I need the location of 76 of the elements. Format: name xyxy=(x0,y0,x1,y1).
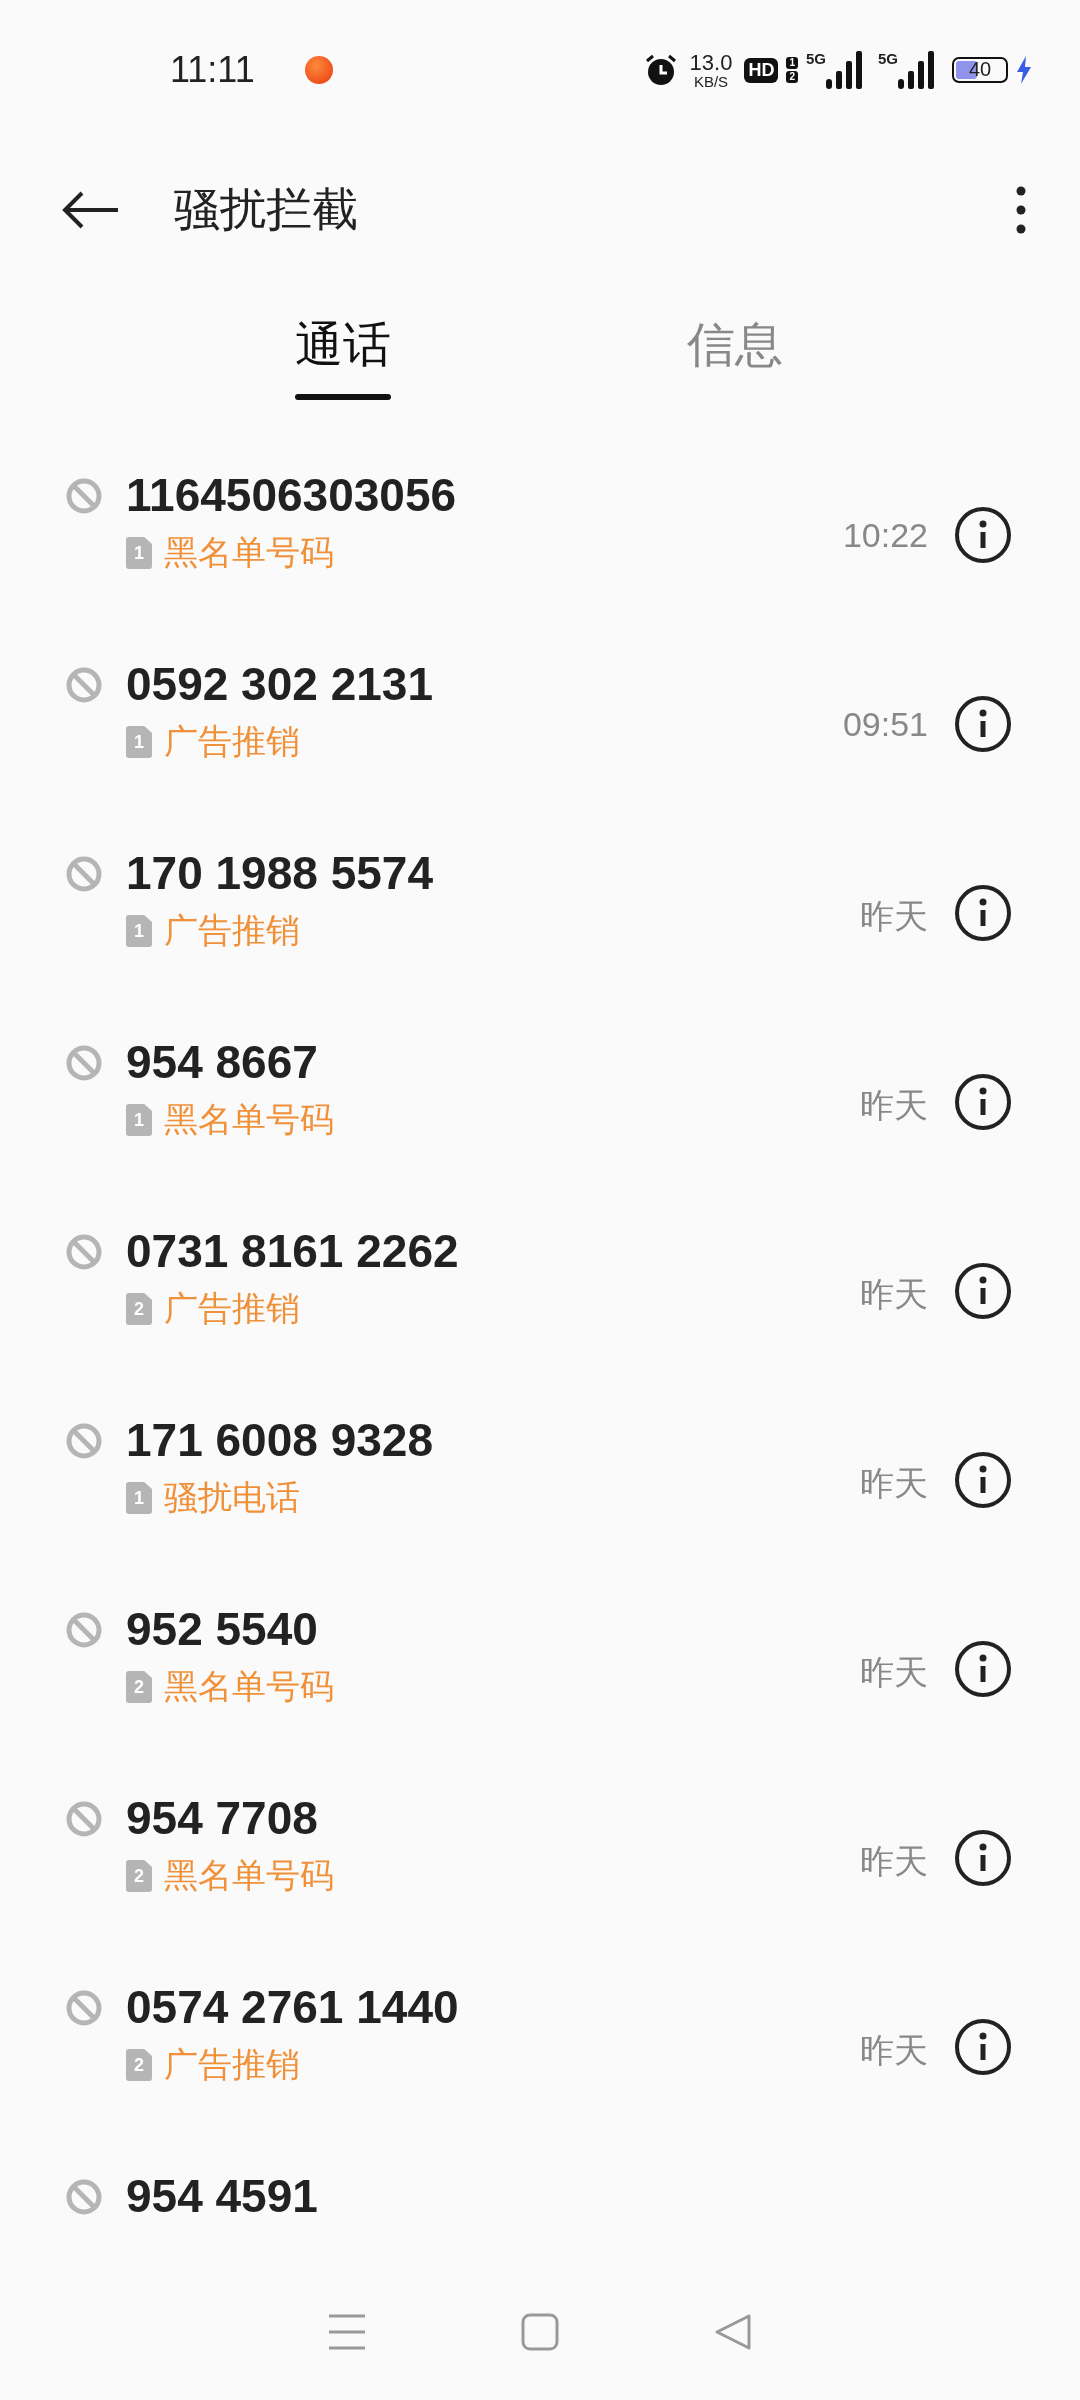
phone-number[interactable]: 0592 302 2131 xyxy=(126,653,843,715)
hd-voice-badge: HD xyxy=(744,57,779,83)
block-reason: 黑名单号码 xyxy=(164,1098,334,1141)
blocked-icon xyxy=(66,1612,102,1648)
signal-icon xyxy=(826,51,862,89)
info-icon[interactable] xyxy=(954,1262,1012,1320)
blocked-icon xyxy=(66,1234,102,1270)
app-notification-icon xyxy=(304,56,333,84)
signal-icon xyxy=(898,51,934,89)
tab[interactable]: 通话 xyxy=(147,280,539,410)
sim-badge: 1 xyxy=(786,57,798,69)
phone-number[interactable]: 954 4591 xyxy=(126,2165,1080,2227)
blocked-icon xyxy=(66,1990,102,2026)
info-icon[interactable] xyxy=(954,695,1012,753)
sim-badge: 2 xyxy=(786,71,798,83)
blocked-icon xyxy=(66,667,102,703)
phone-number[interactable]: 1164506303056 xyxy=(126,464,843,526)
call-time: 昨天 xyxy=(860,896,928,937)
phone-number[interactable]: 954 7708 xyxy=(126,1787,860,1849)
block-reason: 黑名单号码 xyxy=(164,531,334,574)
block-reason: 广告推销 xyxy=(164,909,300,952)
back-icon[interactable] xyxy=(714,2313,753,2351)
sim-card-icon: 2 xyxy=(126,1860,152,1892)
call-time: 昨天 xyxy=(860,1085,928,1126)
call-time: 10:22 xyxy=(842,516,928,555)
sim-card-icon: 1 xyxy=(126,537,152,569)
network-speed: 13.0 xyxy=(689,51,733,74)
phone-number[interactable]: 171 6008 9328 xyxy=(126,1409,860,1471)
blocked-icon xyxy=(66,1045,102,1081)
call-time: 09:51 xyxy=(842,705,928,744)
blocked-icon xyxy=(66,478,102,514)
info-icon[interactable] xyxy=(954,1640,1012,1698)
battery-icon: 40 xyxy=(952,57,1008,83)
block-reason: 骚扰电话 xyxy=(164,1476,300,1519)
call-time: 昨天 xyxy=(860,1841,928,1882)
phone-number[interactable]: 0731 8161 2262 xyxy=(126,1220,860,1282)
blocked-icon xyxy=(66,1801,102,1837)
info-icon[interactable] xyxy=(954,1073,1012,1131)
menu-icon[interactable] xyxy=(327,2313,366,2351)
info-icon[interactable] xyxy=(954,2018,1012,2076)
sim-card-icon: 1 xyxy=(126,1482,152,1514)
call-time: 昨天 xyxy=(860,1652,928,1693)
call-time: 昨天 xyxy=(860,2030,928,2071)
back-arrow-icon[interactable] xyxy=(62,190,120,230)
block-reason: 广告推销 xyxy=(164,720,300,763)
info-icon[interactable] xyxy=(954,506,1012,564)
block-reason: 广告推销 xyxy=(164,1287,300,1330)
page-title: 骚扰拦截 xyxy=(174,181,358,238)
more-options-icon[interactable] xyxy=(1016,186,1026,234)
home-icon[interactable] xyxy=(521,2313,559,2351)
sim-card-icon: 1 xyxy=(126,1104,152,1136)
block-reason: 黑名单号码 xyxy=(164,1854,334,1897)
phone-number[interactable]: 954 8667 xyxy=(126,1031,860,1093)
status-time: 11:11 xyxy=(170,49,255,91)
info-icon[interactable] xyxy=(954,884,1012,942)
phone-number[interactable]: 0574 2761 1440 xyxy=(126,1976,860,2038)
blocked-icon xyxy=(66,2179,102,2215)
network-type: 5G xyxy=(878,51,898,66)
alarm-icon xyxy=(643,53,678,87)
sim-card-icon: 2 xyxy=(126,1293,152,1325)
blocked-icon xyxy=(66,856,102,892)
network-type: 5G xyxy=(805,51,826,66)
blocked-icon xyxy=(66,1423,102,1459)
info-icon[interactable] xyxy=(954,1451,1012,1509)
block-reason: 广告推销 xyxy=(164,2043,300,2086)
call-time: 昨天 xyxy=(860,1274,928,1315)
sim-card-icon: 1 xyxy=(126,915,152,947)
phone-number[interactable]: 170 1988 5574 xyxy=(126,842,860,904)
sim-card-icon: 2 xyxy=(126,2049,152,2081)
speed-unit: KB/S xyxy=(693,73,729,89)
sim-card-icon: 1 xyxy=(126,726,152,758)
info-icon[interactable] xyxy=(954,1829,1012,1887)
block-reason: 黑名单号码 xyxy=(164,1665,334,1708)
phone-number[interactable]: 952 5540 xyxy=(126,1598,860,1660)
sim-card-icon: 2 xyxy=(126,1671,152,1703)
call-time: 昨天 xyxy=(860,1463,928,1504)
